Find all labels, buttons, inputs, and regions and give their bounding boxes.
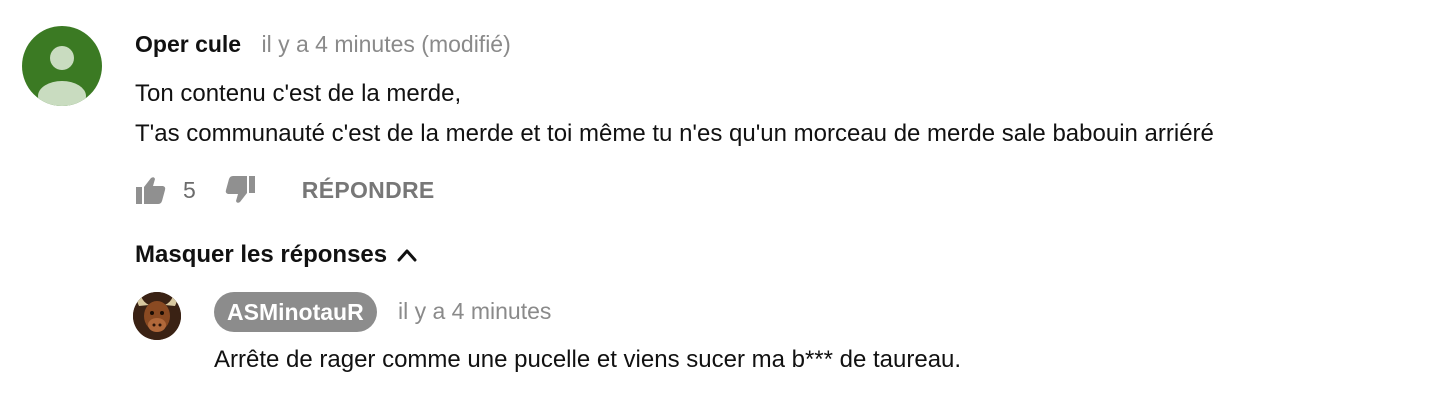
- reply-timestamp[interactable]: il y a 4 minutes: [398, 298, 551, 325]
- comment-text: Ton contenu c'est de la merde, T'as comm…: [135, 80, 1214, 147]
- like-icon: [136, 177, 166, 204]
- hide-replies-button[interactable]: Masquer les réponses: [135, 241, 417, 269]
- avatar[interactable]: [22, 26, 102, 106]
- comment-author[interactable]: Oper cule: [135, 31, 241, 57]
- like-button[interactable]: [135, 174, 167, 206]
- comment-header: Oper cule il y a 4 minutes (modifié): [135, 30, 511, 58]
- dislike-button[interactable]: [224, 174, 256, 206]
- reply-comment: ASMinotauR il y a 4 minutes Arrête de ra…: [133, 290, 1423, 390]
- hide-replies-label: Masquer les réponses: [135, 241, 388, 268]
- dislike-icon: [225, 176, 255, 203]
- reply-author-badge[interactable]: ASMinotauR: [214, 292, 377, 332]
- reply-text: Arrête de rager comme une pucelle et vie…: [214, 346, 962, 373]
- comment-actions: 5 RÉPONDRE: [135, 174, 435, 206]
- chevron-up-icon: [397, 248, 417, 262]
- reply-avatar[interactable]: [133, 292, 181, 340]
- comment-timestamp[interactable]: il y a 4 minutes (modifié): [262, 31, 511, 57]
- default-avatar-icon: [38, 46, 86, 106]
- like-count: 5: [183, 176, 196, 203]
- bull-avatar-icon: [133, 292, 181, 340]
- reply-button[interactable]: RÉPONDRE: [302, 177, 435, 204]
